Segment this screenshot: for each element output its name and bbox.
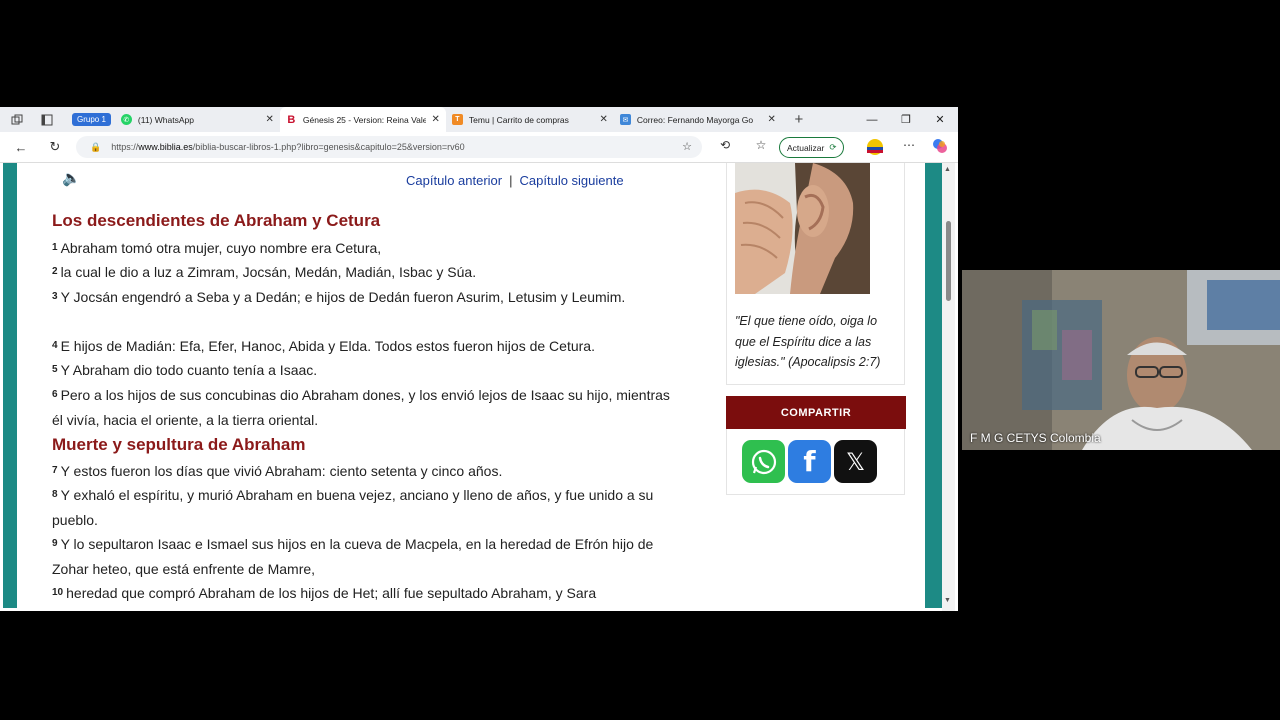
close-window-icon[interactable]: ✕ xyxy=(923,107,957,132)
url-prefix: https:// xyxy=(111,142,139,152)
whatsapp-icon: ✆ xyxy=(120,114,132,125)
x-icon: 𝕏 xyxy=(845,447,866,476)
verse-10: 10 heredad que compró Abraham de los hijo… xyxy=(52,581,712,606)
whatsapp-icon xyxy=(751,449,776,474)
verse-number: 7 xyxy=(52,465,58,476)
verse-text: Y Jocsán engendró a Seba y a Dedán; e hi… xyxy=(60,289,626,305)
verse-number: 1 xyxy=(52,242,58,253)
mail-icon: ✉ xyxy=(619,114,631,125)
tab-genesis[interactable]: B Génesis 25 - Version: Reina Vale ✕ xyxy=(279,107,446,132)
tab-correo[interactable]: ✉ Correo: Fernando Mayorga Go ✕ xyxy=(614,107,782,132)
tab-temu[interactable]: T Temu | Carrito de compras ✕ xyxy=(446,107,614,132)
screen: Grupo 1 ✆ (11) WhatsApp ✕ B Génesis 25 -… xyxy=(0,0,1280,720)
facebook-share-button[interactable]: f xyxy=(788,440,831,483)
verse-text: Abraham tomó otra mujer, cuyo nombre era… xyxy=(60,240,382,256)
participant-name: F M G CETYS Colombia xyxy=(970,431,1101,445)
verse-number: 5 xyxy=(52,364,58,375)
quote-text: "El que tiene oído, oiga lo que el Espír… xyxy=(735,314,881,369)
close-icon[interactable]: ✕ xyxy=(432,114,440,125)
x-share-button[interactable]: 𝕏 xyxy=(834,440,877,483)
chapter-navigation: Capítulo anterior | Capítulo siguiente xyxy=(406,173,624,188)
verse-number: 8 xyxy=(52,489,58,500)
workspaces-icon[interactable] xyxy=(6,109,28,131)
verse-number: 6 xyxy=(52,389,58,400)
close-icon[interactable]: ✕ xyxy=(600,114,608,125)
url-path: /biblia-buscar-libros-1.php?libro=genesi… xyxy=(192,142,465,152)
temu-icon: T xyxy=(451,114,463,125)
nav-separator: | xyxy=(509,173,513,188)
extensions-icon[interactable]: ⟲ xyxy=(716,138,734,152)
tab-group-chip[interactable]: Grupo 1 xyxy=(72,113,111,126)
web-page: ▲ ▼ 🔈 Capítulo anterior | Capítulo siguien… xyxy=(0,163,958,611)
verse-8: 8Y exhaló el espíritu, y murió Abraham e… xyxy=(52,483,692,532)
close-icon[interactable]: ✕ xyxy=(266,114,274,125)
verse-text: la cual le dio a luz a Zimram, Jocsán, M… xyxy=(60,264,477,280)
video-tile xyxy=(962,270,1280,450)
verse-text: Pero a los hijos de sus concubinas dio A… xyxy=(52,387,670,428)
section-heading: Muerte y sepultura de Abraham xyxy=(52,435,306,454)
minimize-icon[interactable]: — xyxy=(855,107,889,132)
participant-video xyxy=(962,270,1280,450)
prev-chapter-link[interactable]: Capítulo anterior xyxy=(406,173,502,188)
avatar[interactable] xyxy=(866,138,884,159)
tab-title: (11) WhatsApp xyxy=(137,114,194,125)
verse-number: 2 xyxy=(52,266,58,277)
verse-number: 10 xyxy=(52,587,64,598)
favorites-icon[interactable]: ☆ xyxy=(752,138,770,152)
verse-6: 6 Pero a los hijos de sus concubinas dio … xyxy=(52,383,682,432)
verse-2: 2 la cual le dio a luz a Zimram, Jocsán, … xyxy=(52,260,702,285)
speaker-icon[interactable]: 🔈 xyxy=(62,169,81,187)
reload-icon[interactable]: ↻ xyxy=(42,134,68,160)
update-button[interactable]: Actualizar ⟳ xyxy=(779,137,845,158)
tab-bar: Grupo 1 ✆ (11) WhatsApp ✕ B Génesis 25 -… xyxy=(0,107,958,132)
tab-actions-icon[interactable] xyxy=(36,109,58,131)
verse-text: Y lo sepultaron Isaac e Ismael sus hijos… xyxy=(52,536,654,577)
address-bar: ← ↻ 🔒 https://www.biblia.es/biblia-busca… xyxy=(0,132,958,163)
restore-icon[interactable]: ❐ xyxy=(889,107,923,132)
url-input[interactable]: 🔒 https://www.biblia.es/biblia-buscar-li… xyxy=(76,136,702,158)
update-icon: ⟳ xyxy=(829,142,837,152)
verse-text: Y exhaló el espíritu, y murió Abraham en… xyxy=(52,487,654,528)
star-icon[interactable]: ☆ xyxy=(682,140,692,153)
verse-number: 3 xyxy=(52,291,58,302)
tab-title: Génesis 25 - Version: Reina Vale xyxy=(302,114,426,125)
tab-title: Correo: Fernando Mayorga Go xyxy=(636,114,754,125)
verse-text: heredad que compró Abraham de los hijos … xyxy=(66,585,597,601)
verse-3: 3Y Jocsán engendró a Seba y a Dedán; e h… xyxy=(52,285,672,310)
verse-9: 9Y lo sepultaron Isaac e Ismael sus hijo… xyxy=(52,532,672,581)
verse-4: 4E hijos de Madián: Efa, Efer, Hanoc, Ab… xyxy=(52,334,702,359)
verse-1: 1 Abraham tomó otra mujer, cuyo nombre er… xyxy=(52,236,702,261)
url-domain: www.biblia.es xyxy=(138,142,193,152)
verse-text: Y estos fueron los días que vivió Abraha… xyxy=(60,463,503,479)
scroll-down-icon[interactable]: ▼ xyxy=(944,597,951,604)
lock-icon: 🔒 xyxy=(90,141,102,152)
verse-5: 5Y Abraham dio todo cuanto tenía a Isaac… xyxy=(52,358,702,383)
right-border xyxy=(925,163,942,608)
close-icon[interactable]: ✕ xyxy=(768,114,776,125)
back-arrow-icon[interactable]: ← xyxy=(8,134,34,160)
verse-7: 7Y estos fueron los días que vivió Abrah… xyxy=(52,459,702,484)
whatsapp-share-button[interactable] xyxy=(742,440,785,483)
share-header: COMPARTIR xyxy=(726,396,906,429)
left-border xyxy=(3,163,17,608)
scroll-up-icon[interactable]: ▲ xyxy=(944,166,951,173)
new-tab-icon[interactable]: + xyxy=(788,109,810,131)
update-label: Actualizar xyxy=(787,142,825,153)
verse-number: 9 xyxy=(52,538,58,549)
verse-text: E hijos de Madián: Efa, Efer, Hanoc, Abi… xyxy=(60,338,595,354)
copilot-icon[interactable] xyxy=(931,138,949,157)
verse-text: Y Abraham dio todo cuanto tenía a Isaac. xyxy=(60,362,318,378)
next-chapter-link[interactable]: Capítulo siguiente xyxy=(520,173,624,188)
scrollbar-thumb[interactable] xyxy=(946,221,951,301)
verse-number: 4 xyxy=(52,340,58,351)
biblia-b-icon: B xyxy=(287,113,296,126)
more-menu-icon[interactable]: ⋯ xyxy=(900,138,918,152)
section-heading: Los descendientes de Abraham y Cetura xyxy=(52,211,381,230)
ear-listening-image xyxy=(735,163,870,294)
facebook-icon: f xyxy=(803,445,816,478)
tab-whatsapp[interactable]: ✆ (11) WhatsApp ✕ xyxy=(115,107,280,132)
tab-title: Temu | Carrito de compras xyxy=(468,114,569,125)
browser-window: Grupo 1 ✆ (11) WhatsApp ✕ B Génesis 25 -… xyxy=(0,107,958,611)
